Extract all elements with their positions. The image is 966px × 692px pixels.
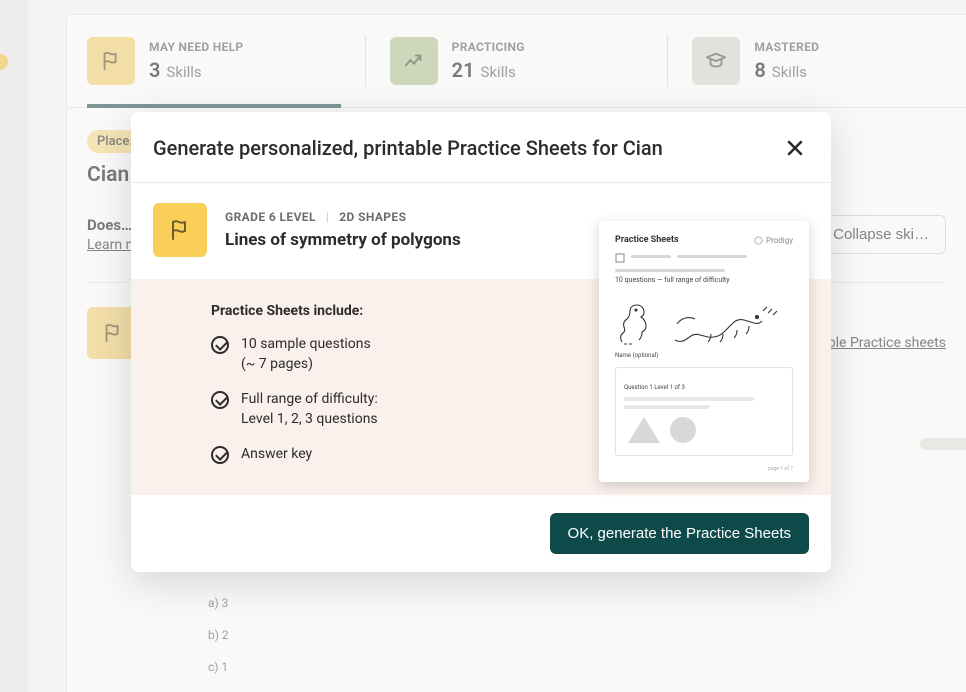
preview-question-label: Question 1 Level 1 of 3	[624, 384, 685, 391]
feature-text: Answer key	[241, 445, 312, 465]
preview-footer-right: page 1 of 7	[768, 466, 793, 472]
preview-question-card: Question 1 Level 1 of 3	[615, 367, 793, 456]
preview-brand-text: Prodigy	[766, 236, 793, 245]
feature-subtext: (~ 7 pages)	[241, 355, 371, 375]
grade-level: GRADE 6 LEVEL	[225, 210, 316, 224]
preview-line	[624, 397, 754, 401]
generate-practice-sheets-modal: Generate personalized, printable Practic…	[131, 112, 831, 572]
skill-title: Lines of symmetry of polygons	[225, 230, 461, 250]
preview-icon	[615, 253, 625, 263]
preview-brand: Prodigy	[754, 236, 793, 245]
preview-name-label: Name (optional)	[615, 352, 793, 359]
sheet-preview: Practice Sheets Prodigy 10 questions — f…	[599, 221, 809, 482]
feature-text: 10 sample questions	[241, 335, 371, 355]
check-icon	[211, 446, 229, 464]
check-icon	[211, 391, 229, 409]
generate-practice-sheets-button[interactable]: OK, generate the Practice Sheets	[550, 513, 809, 554]
preview-illustration	[615, 300, 793, 346]
preview-line	[677, 255, 747, 258]
flag-icon	[153, 203, 207, 257]
feature-subtext: Level 1, 2, 3 questions	[241, 410, 378, 430]
modal-title: Generate personalized, printable Practic…	[153, 136, 663, 160]
feature-text: Full range of difficulty:	[241, 390, 378, 410]
preview-line	[624, 405, 710, 409]
close-button[interactable]	[781, 134, 809, 162]
close-icon	[787, 140, 803, 156]
meta-divider: |	[326, 210, 329, 224]
preview-line	[615, 269, 725, 272]
preview-line	[631, 255, 671, 258]
preview-subtitle: 10 questions — full range of difficulty	[615, 276, 793, 284]
preview-title: Practice Sheets	[615, 235, 679, 245]
check-icon	[211, 336, 229, 354]
circle-shape	[670, 417, 696, 443]
triangle-shape	[628, 417, 660, 443]
topic: 2D SHAPES	[339, 210, 406, 224]
